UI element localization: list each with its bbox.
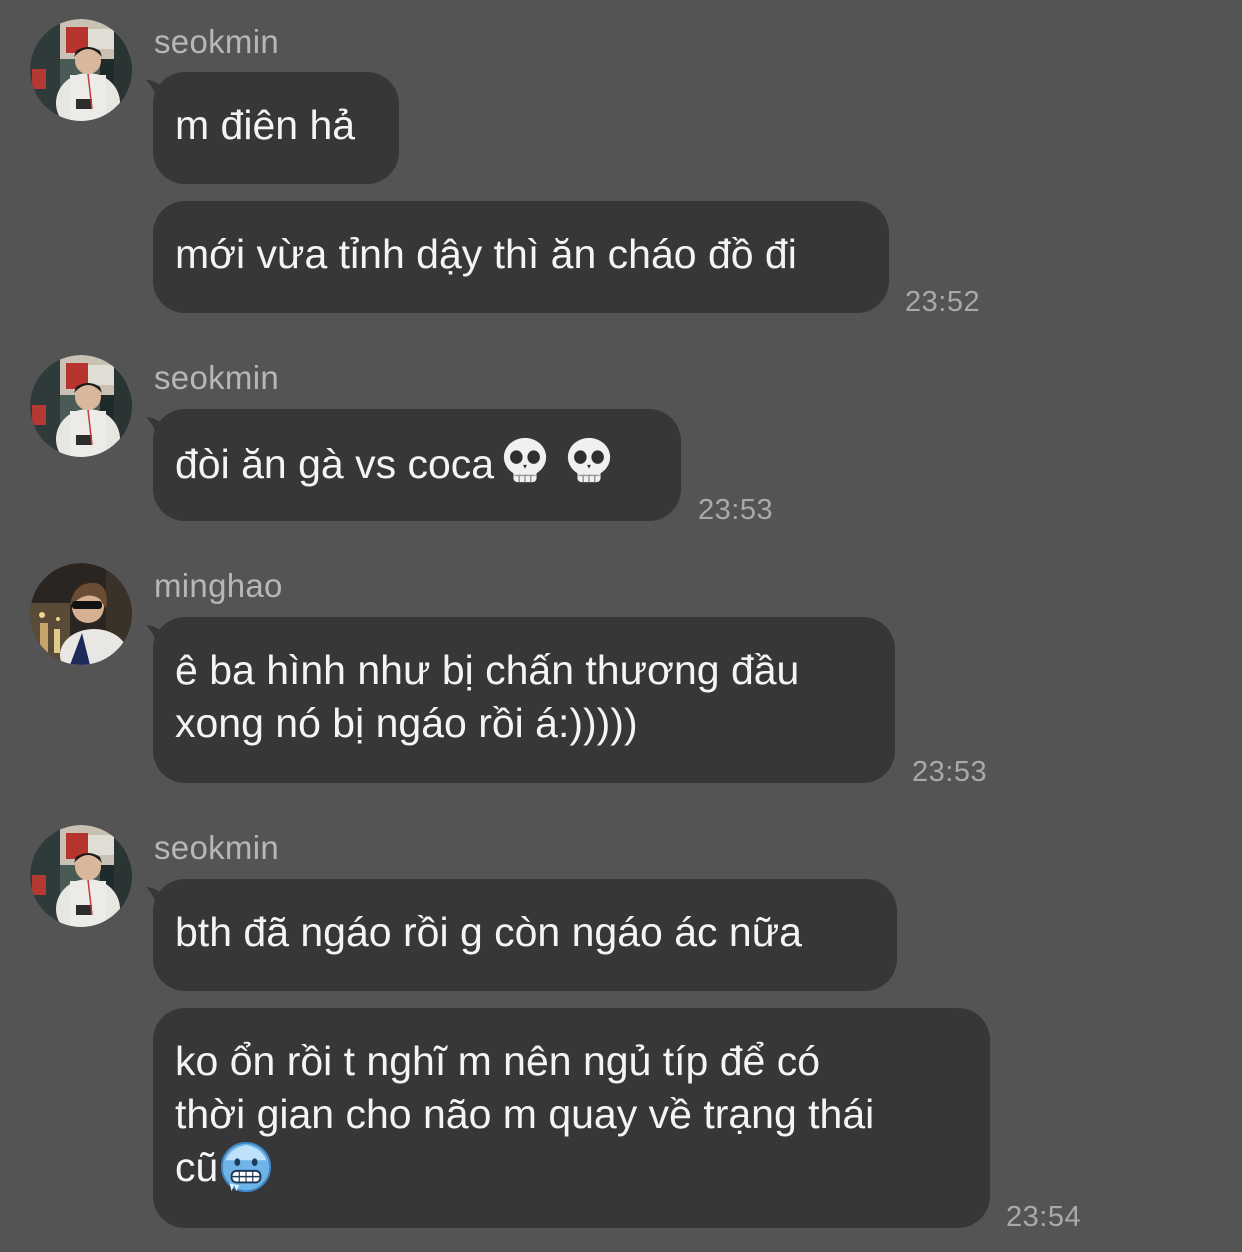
sender-name: seokmin [154, 23, 279, 60]
sender-avatar[interactable] [30, 355, 132, 457]
message-bubble[interactable]: m điên hả [153, 72, 399, 184]
message-bubble[interactable]: bth đã ngáo rồi g còn ngáo ác nữa [153, 879, 897, 991]
sender-avatar[interactable] [30, 563, 132, 665]
message-text: m điên hả [175, 102, 356, 148]
sender-name: seokmin [154, 359, 279, 396]
minghao-avatar-icon [30, 563, 132, 665]
message-bubble[interactable]: ko ổn rồi t nghĩ m nên ngủ típ để có thờ… [153, 1008, 990, 1228]
cold-face-emoji-icon [220, 1141, 272, 1193]
skull-emoji-icon [564, 436, 614, 486]
message-text-line: ko ổn rồi t nghĩ m nên ngủ típ để có [175, 1038, 821, 1084]
message-text-line: ê ba hình như bị chấn thương đầu [175, 647, 800, 693]
message-text-line: xong nó bị ngáo rồi á:))))) [175, 700, 638, 746]
sender-avatar[interactable] [30, 19, 132, 121]
message-text-line: thời gian cho não m quay về trạng thái [175, 1091, 875, 1137]
seokmin-avatar-icon [30, 19, 132, 121]
sender-avatar[interactable] [30, 825, 132, 927]
message-bubble[interactable]: đòi ăn gà vs coca [153, 409, 681, 521]
sender-name: seokmin [154, 829, 279, 866]
message-timestamp: 23:53 [912, 756, 988, 788]
message-text: mới vừa tỉnh dậy thì ăn cháo đồ đi [175, 231, 797, 277]
message-text-line: cũ [175, 1144, 219, 1190]
skull-emoji-icon [500, 436, 550, 486]
message-text: đòi ăn gà vs coca [175, 441, 495, 487]
sender-name: minghao [154, 567, 283, 604]
message-timestamp: 23:53 [698, 494, 774, 526]
message-text: bth đã ngáo rồi g còn ngáo ác nữa [175, 909, 802, 955]
message-timestamp: 23:54 [1006, 1201, 1082, 1233]
message-bubble[interactable]: mới vừa tỉnh dậy thì ăn cháo đồ đi [153, 201, 889, 313]
seokmin-avatar-icon [30, 825, 132, 927]
message-timestamp: 23:52 [905, 286, 981, 318]
seokmin-avatar-icon [30, 355, 132, 457]
message-bubble[interactable]: ê ba hình như bị chấn thương đầu xong nó… [153, 617, 895, 783]
